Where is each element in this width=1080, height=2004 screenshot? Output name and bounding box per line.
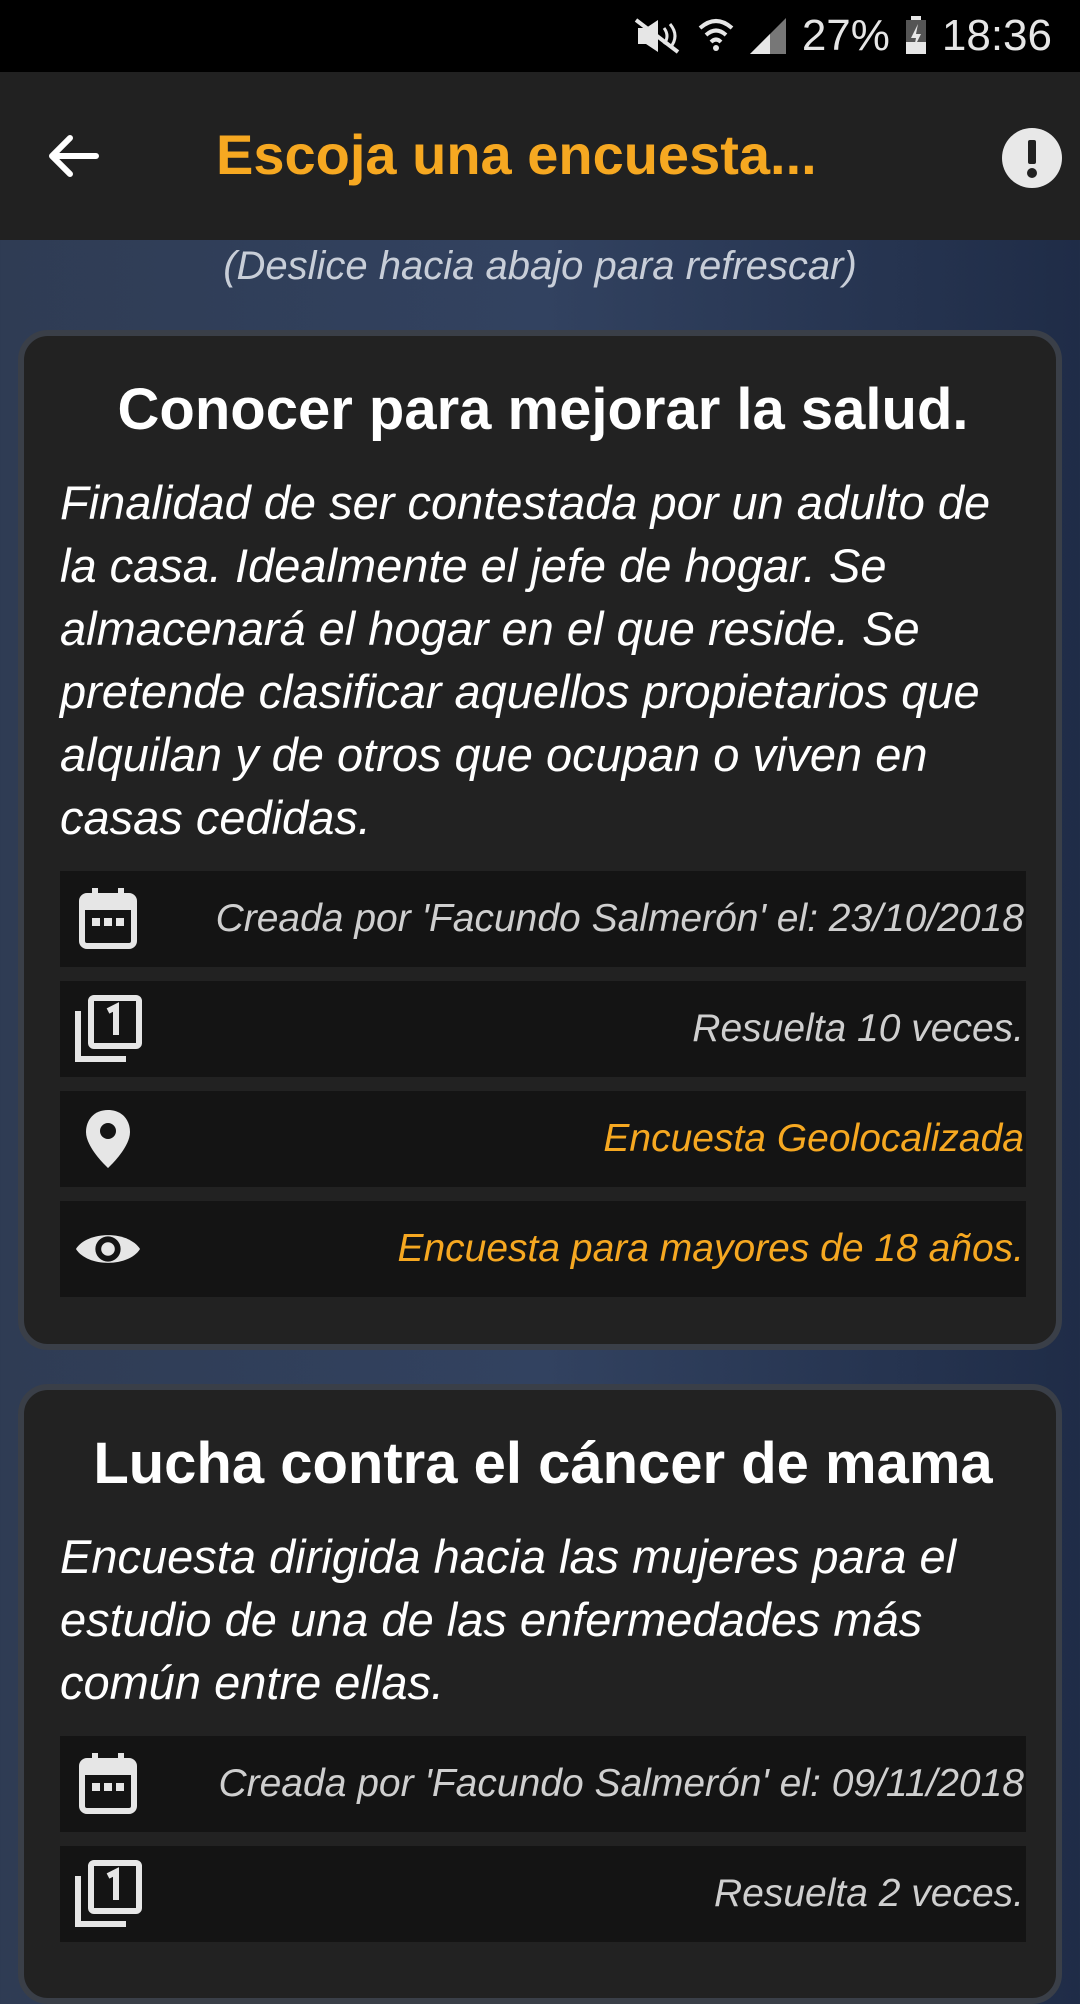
battery-percent: 27% [801,11,890,60]
created-text: Creada por 'Facundo Salmerón' el: 23/10/… [215,897,1024,940]
counter-icon [74,995,142,1063]
eye-icon [74,1215,142,1283]
refresh-hint: (Deslice hacia abajo para refrescar) [223,244,857,288]
page-title: Escoja una encuesta... [216,123,817,186]
wifi-icon [698,19,734,51]
status-bar: 27% 18:36 [0,0,1080,72]
age-row: Encuesta para mayores de 18 años. [60,1201,1026,1297]
created-text: Creada por 'Facundo Salmerón' el: 09/11/… [218,1762,1024,1805]
mute-icon [634,18,680,54]
app-bar: Escoja una encuesta... [0,72,1080,240]
resolved-row: Resuelta 10 veces. [60,981,1026,1077]
calendar-icon [74,885,142,953]
survey-card[interactable]: Lucha contra el cáncer de mama Encuesta … [18,1384,1062,2004]
survey-title: Conocer para mejorar la salud. [117,377,969,442]
counter-icon [74,1860,142,1928]
resolved-text: Resuelta 2 veces. [713,1872,1024,1915]
resolved-row: Resuelta 2 veces. [60,1846,1026,1942]
resolved-text: Resuelta 10 veces. [692,1007,1024,1050]
survey-title: Lucha contra el cáncer de mama [93,1431,993,1496]
geo-row: Encuesta Geolocalizada [60,1091,1026,1187]
location-pin-icon [74,1105,142,1173]
created-row: Creada por 'Facundo Salmerón' el: 23/10/… [60,871,1026,967]
geo-text: Encuesta Geolocalizada [603,1117,1024,1160]
survey-description: Finalidad de ser contestada por un adult… [60,476,991,844]
survey-card[interactable]: Conocer para mejorar la salud. Finalidad… [18,330,1062,1350]
battery-icon [905,16,926,54]
back-arrow-icon [49,135,99,177]
survey-description: Encuesta dirigida hacia las mujeres para… [60,1530,957,1709]
info-button[interactable] [1000,126,1064,190]
info-icon [1002,128,1062,188]
signal-icon [749,18,786,54]
back-button[interactable] [36,120,108,192]
age-text: Encuesta para mayores de 18 años. [397,1227,1024,1270]
clock: 18:36 [941,11,1052,60]
created-row: Creada por 'Facundo Salmerón' el: 09/11/… [60,1736,1026,1832]
calendar-icon [74,1750,142,1818]
